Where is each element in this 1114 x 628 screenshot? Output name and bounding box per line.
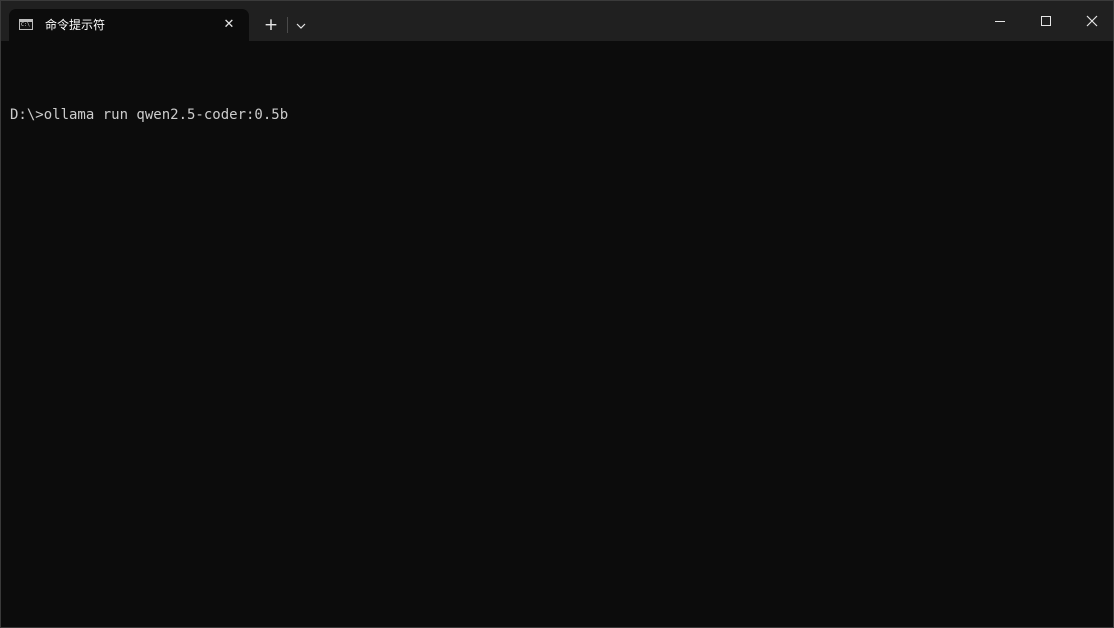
- dropdown-button[interactable]: [293, 18, 309, 34]
- tab-command-prompt[interactable]: C:\ 命令提示符 ✕: [9, 9, 249, 41]
- plus-icon: +: [263, 15, 279, 35]
- chevron-down-icon: [296, 23, 306, 29]
- close-tab-button[interactable]: ✕: [221, 17, 237, 33]
- tab-title: 命令提示符: [45, 18, 106, 32]
- cmd-icon-label: C:\: [21, 22, 31, 28]
- close-icon: ✕: [223, 17, 235, 32]
- cmd-icon: C:\: [19, 19, 33, 30]
- minimize-button[interactable]: [977, 1, 1023, 41]
- terminal-line: D:\>ollama run qwen2.5-coder:0.5b: [10, 107, 289, 123]
- terminal-output[interactable]: D:\>ollama run qwen2.5-coder:0.5b: [10, 70, 1100, 160]
- terminal-window: C:\ 命令提示符 ✕ + D:\>ollama run qwen2.5-cod…: [0, 0, 1114, 628]
- close-icon: [1086, 15, 1098, 27]
- tab-divider: [287, 17, 288, 33]
- close-window-button[interactable]: [1069, 1, 1113, 41]
- title-bar[interactable]: C:\ 命令提示符 ✕ +: [1, 1, 1113, 41]
- maximize-button[interactable]: [1023, 1, 1069, 41]
- new-tab-button[interactable]: +: [261, 15, 281, 35]
